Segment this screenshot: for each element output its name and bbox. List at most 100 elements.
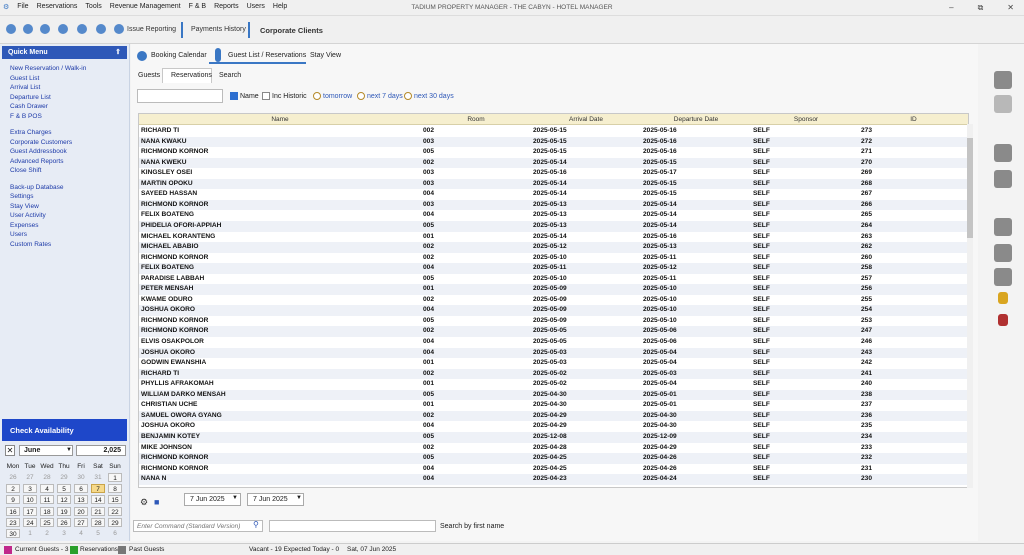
calendar-day[interactable]: 5: [57, 484, 71, 494]
calendar-day[interactable]: 22: [108, 506, 122, 516]
calendar-day[interactable]: 5: [91, 529, 105, 538]
table-row[interactable]: RICHMOND KORNOR 003 2025-05-13 2025-05-14 SE…: [139, 199, 968, 211]
calendar-day[interactable]: 23: [6, 517, 20, 527]
search-input[interactable]: [137, 89, 223, 103]
calendar-icon[interactable]: [994, 144, 1012, 162]
quick-menu-item[interactable]: Expenses: [10, 222, 39, 229]
subtab-guests[interactable]: Guests: [138, 72, 160, 79]
subtab-search[interactable]: Search: [219, 72, 241, 79]
folder-icon[interactable]: [994, 95, 1012, 113]
month-select[interactable]: June: [19, 445, 73, 456]
clock-icon[interactable]: [96, 24, 106, 34]
quick-menu-item[interactable]: Stay View: [10, 203, 39, 210]
calendar-day[interactable]: 10: [23, 495, 37, 505]
payments-history-button[interactable]: Payments History: [191, 26, 246, 33]
tab-guest-list[interactable]: Guest List / Reservations: [228, 52, 306, 59]
table-row[interactable]: MARTIN OPOKU 003 2025-05-14 2025-05-15 SELF 2…: [139, 178, 968, 190]
quick-menu-item[interactable]: New Reservation / Walk-in: [10, 65, 86, 72]
quick-menu-item[interactable]: Extra Charges: [10, 129, 52, 136]
bed-icon[interactable]: ■: [154, 497, 159, 507]
table-row[interactable]: FELIX BOATENG 004 2025-05-13 2025-05-14 SELF…: [139, 210, 968, 221]
inc-historic-checkbox[interactable]: [262, 92, 270, 100]
calendar-day[interactable]: 21: [91, 506, 105, 516]
quick-menu-item[interactable]: Advanced Reports: [10, 158, 63, 165]
table-row[interactable]: RICHMOND KORNOR 005 2025-05-09 2025-05-10 SE…: [139, 316, 968, 327]
calendar-day[interactable]: 7: [91, 484, 105, 494]
calendar-day[interactable]: 8: [108, 484, 122, 494]
key-icon[interactable]: [40, 24, 50, 34]
tab-booking-calendar[interactable]: Booking Calendar: [151, 52, 207, 59]
table-row[interactable]: RICHARD TI 002 2025-05-15 2025-05-16 SELF 273: [139, 126, 968, 137]
table-row[interactable]: JOSHUA OKORO 004 2025-04-29 2025-04-30 SELF 2…: [139, 421, 968, 432]
quick-menu-item[interactable]: Guest List: [10, 75, 39, 82]
table-row[interactable]: PHIDELIA OFORI-APPIAH 005 2025-05-13 2025-0…: [139, 220, 968, 232]
subtab-reservations[interactable]: Reservations: [171, 72, 212, 79]
table-row[interactable]: FELIX BOATENG 004 2025-05-11 2025-05-12 SELF…: [139, 263, 968, 274]
issue-icon[interactable]: [114, 24, 124, 34]
remove-icon[interactable]: [998, 314, 1008, 326]
calendar-day[interactable]: 27: [74, 517, 88, 527]
calendar-day[interactable]: 1: [23, 529, 37, 538]
past-guests-label[interactable]: Past Guests: [129, 546, 164, 553]
clipboard-icon[interactable]: [994, 170, 1012, 188]
calendar-day[interactable]: 6: [74, 484, 88, 494]
calendar-day[interactable]: 19: [57, 506, 71, 516]
tomorrow-radio[interactable]: [313, 92, 321, 100]
table-row[interactable]: WILLIAM DARKO MENSAH 005 2025-04-30 2025-05…: [139, 389, 968, 401]
table-row[interactable]: MICHAEL KORANTENG 001 2025-05-14 2025-05-16…: [139, 232, 968, 243]
calendar-day[interactable]: 31: [91, 473, 105, 482]
calendar-day[interactable]: 4: [74, 529, 88, 538]
quick-menu-item[interactable]: Users: [10, 231, 27, 238]
quick-menu-item[interactable]: Guest Addressbook: [10, 148, 67, 155]
table-row[interactable]: PARADISE LABBAH 005 2025-05-10 2025-05-11 SE…: [139, 274, 968, 285]
calendar-day[interactable]: 16: [6, 506, 20, 516]
calendar-day[interactable]: 26: [57, 517, 71, 527]
calendar-day[interactable]: 17: [23, 506, 37, 516]
quick-menu-item[interactable]: Custom Rates: [10, 241, 51, 248]
col-arrival[interactable]: Arrival Date: [531, 116, 641, 123]
calendar-day[interactable]: 12: [57, 495, 71, 505]
table-row[interactable]: MIKE JOHNSON 002 2025-04-28 2025-04-29 SELF 2…: [139, 443, 968, 454]
calendar-day[interactable]: 20: [74, 506, 88, 516]
col-sponsor[interactable]: Sponsor: [751, 116, 861, 123]
calendar-day[interactable]: 30: [6, 529, 20, 538]
col-name[interactable]: Name: [139, 116, 421, 123]
quick-menu-item[interactable]: Departure List: [10, 94, 51, 101]
table-row[interactable]: NANA KWEKU 002 2025-05-14 2025-05-15 SELF 270: [139, 157, 968, 169]
table-row[interactable]: JOSHUA OKORO 004 2025-05-03 2025-05-04 SELF 2…: [139, 347, 968, 359]
command-input[interactable]: [133, 520, 263, 532]
year-spinner[interactable]: 2,025: [76, 445, 126, 456]
calendar-day[interactable]: 2: [40, 529, 54, 538]
calendar-day[interactable]: 29: [57, 473, 71, 482]
quick-menu-item[interactable]: Arrival List: [10, 84, 40, 91]
table-row[interactable]: MICHAEL ABABIO 002 2025-05-12 2025-05-13 SEL…: [139, 242, 968, 253]
calendar-day[interactable]: 24: [23, 517, 37, 527]
scrollbar-thumb[interactable]: [967, 138, 973, 238]
pin-icon[interactable]: [58, 24, 68, 34]
table-row[interactable]: SAMUEL OWORA GYANG 002 2025-04-29 2025-04-3…: [139, 410, 968, 422]
first-name-search-input[interactable]: [269, 520, 436, 532]
clear-date-icon[interactable]: ✕: [5, 445, 15, 456]
calendar-day[interactable]: 3: [23, 484, 37, 494]
calendar-day[interactable]: 1: [108, 473, 122, 482]
table-row[interactable]: PHYLLIS AFRAKOMAH 001 2025-05-02 2025-05-04…: [139, 379, 968, 390]
check-availability-header[interactable]: Check Availability: [2, 419, 127, 441]
current-guests-label[interactable]: Current Guests - 3: [15, 546, 68, 553]
table-row[interactable]: RICHMOND KORNOR 002 2025-05-10 2025-05-11 SE…: [139, 253, 968, 264]
col-room[interactable]: Room: [421, 116, 531, 123]
quick-menu-item[interactable]: Cash Drawer: [10, 103, 48, 110]
corporate-clients-button[interactable]: Corporate Clients: [260, 26, 323, 35]
table-row[interactable]: RICHMOND KORNOR 005 2025-04-25 2025-04-26 SE…: [139, 453, 968, 464]
quick-menu-item[interactable]: Settings: [10, 193, 34, 200]
name-checkbox[interactable]: [230, 92, 238, 100]
table-row[interactable]: ELVIS OSAKPOLOR 004 2025-05-05 2025-05-06 SE…: [139, 337, 968, 348]
table-row[interactable]: RICHMOND KORNOR 004 2025-04-25 2025-04-26 SE…: [139, 464, 968, 475]
table-row[interactable]: PETER MENSAH 001 2025-05-09 2025-05-10 SELF 2…: [139, 284, 968, 295]
dumbbell-icon[interactable]: [994, 218, 1012, 236]
tab-stay-view[interactable]: Stay View: [310, 52, 341, 59]
collapse-icon[interactable]: ⇑: [115, 48, 121, 56]
calendar-day[interactable]: 28: [40, 473, 54, 482]
chevron-down-icon[interactable]: ▼: [232, 495, 238, 501]
calendar-day[interactable]: 29: [108, 517, 122, 527]
document-icon[interactable]: [994, 71, 1012, 89]
